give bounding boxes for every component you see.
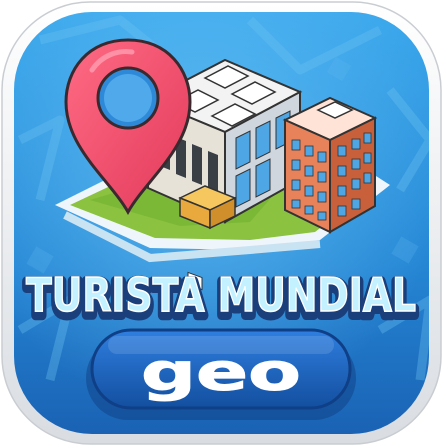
geo-badge	[86, 328, 356, 420]
app-icon[interactable]	[0, 0, 443, 446]
